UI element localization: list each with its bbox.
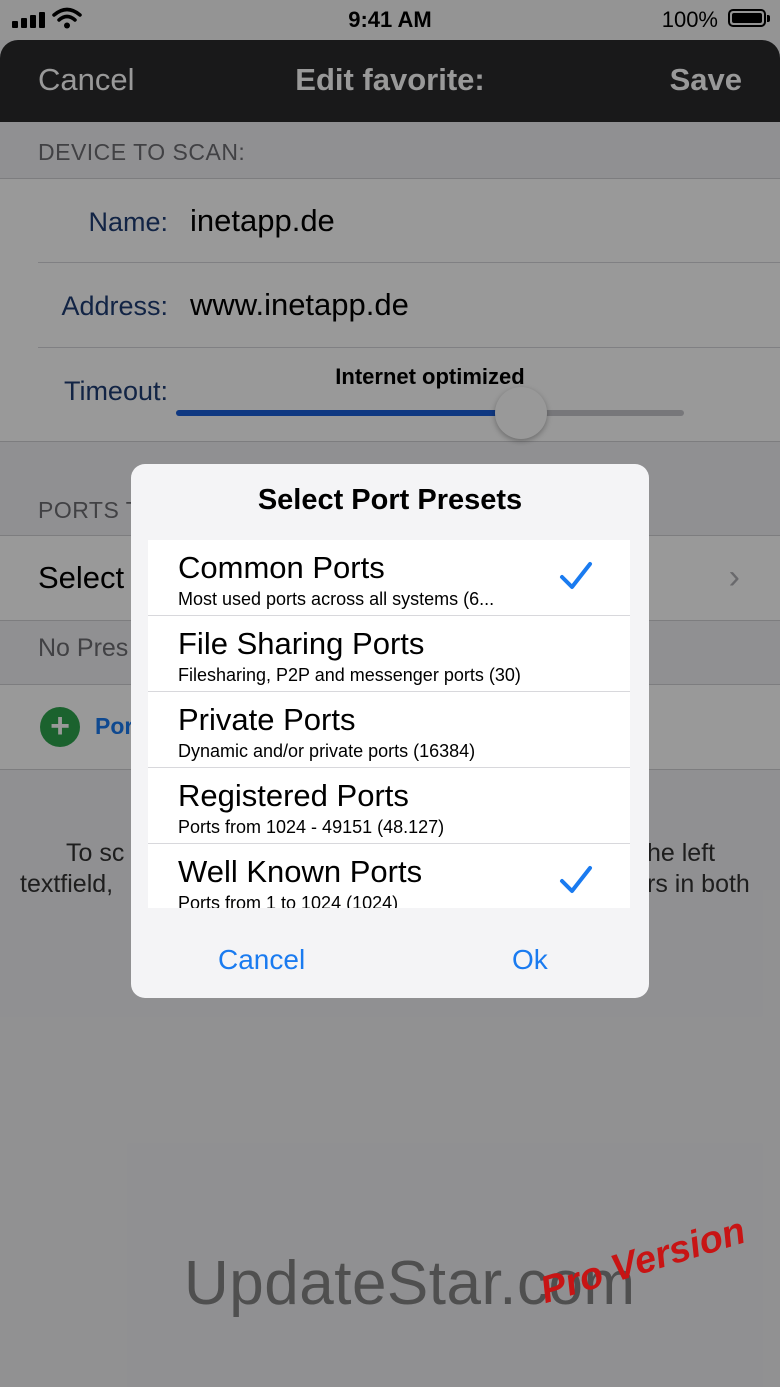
checkmark-icon <box>560 866 592 893</box>
checkmark-icon <box>560 562 592 589</box>
preset-subtitle: Ports from 1024 - 49151 (48.127) <box>178 817 445 837</box>
preset-subtitle: Most used ports across all systems (6... <box>178 589 495 609</box>
preset-title: Private Ports <box>178 702 356 737</box>
preset-list[interactable]: Common Ports Most used ports across all s… <box>148 540 630 908</box>
preset-subtitle: Dynamic and/or private ports (16384) <box>178 741 476 761</box>
dialog-title: Select Port Presets <box>257 484 523 516</box>
dialog-cancel-button[interactable]: Cancel <box>218 944 305 976</box>
preset-subtitle: Filesharing, P2P and messenger ports (30… <box>178 665 521 685</box>
preset-subtitle: Ports from 1 to 1024 (1024) <box>178 893 399 908</box>
preset-item[interactable]: Registered Ports Ports from 1024 - 49151 … <box>148 768 630 844</box>
dialog-ok-button[interactable]: Ok <box>512 944 548 976</box>
preset-item[interactable]: Well Known Ports Ports from 1 to 1024 (10… <box>148 844 630 908</box>
preset-title: Common Ports <box>178 550 385 585</box>
preset-item[interactable]: Common Ports Most used ports across all s… <box>148 540 630 616</box>
preset-title: Well Known Ports <box>178 854 423 889</box>
preset-item[interactable]: File Sharing Ports Filesharing, P2P and m… <box>148 616 630 692</box>
preset-item[interactable]: Private Ports Dynamic and/or private port… <box>148 692 630 768</box>
preset-title: Registered Ports <box>178 778 409 813</box>
port-presets-dialog: Select Port Presets Common Ports Most use… <box>131 464 649 998</box>
preset-title: File Sharing Ports <box>178 626 425 661</box>
